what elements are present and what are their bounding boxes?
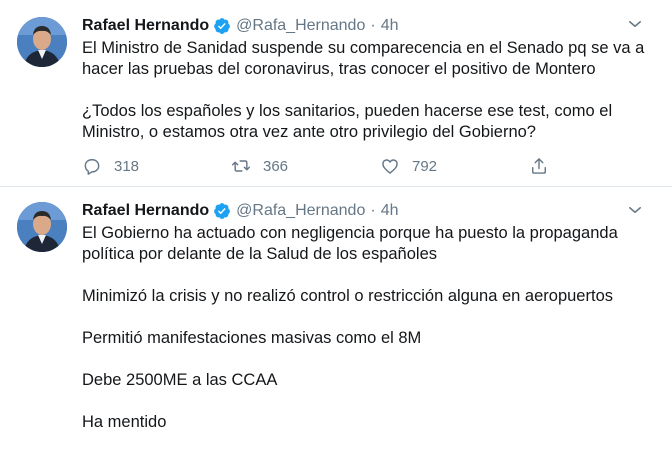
share-icon [532,158,546,174]
author-name[interactable]: Rafael Hernando [82,17,209,35]
tweet-text: El Gobierno ha actuado con negligencia p… [82,223,652,454]
separator-dot: · [370,17,376,34]
like-count: 792 [412,157,438,175]
tweet-paragraph: Minimizó la crisis y no realizó control … [82,287,613,305]
avatar[interactable] [17,17,67,67]
verified-badge-icon [214,203,231,219]
separator-dot: · [370,202,376,219]
author-handle[interactable]: @Rafa_Hernando [236,17,365,35]
share-button[interactable] [529,156,549,176]
tweet-text: El Ministro de Sanidad suspende su compa… [82,38,652,164]
chevron-down-icon[interactable] [626,15,644,33]
tweet[interactable]: Rafael Hernando @Rafa_Hernando · 4h El M… [0,0,672,186]
tweet-paragraph: Ha mentido [82,413,167,431]
timestamp[interactable]: 4h [381,17,399,35]
reply-icon [84,159,100,175]
author-name[interactable]: Rafael Hernando [82,202,209,220]
like-icon [382,159,398,174]
tweet-paragraph: ¿Todos los españoles y los sanitarios, p… [82,102,613,141]
tweet-paragraph: El Gobierno ha actuado con negligencia p… [82,224,618,263]
retweet-count: 366 [263,157,289,175]
like-button[interactable]: 792 [380,156,529,176]
avatar[interactable] [17,202,67,252]
tweet-header: Rafael Hernando @Rafa_Hernando · 4h [82,201,398,221]
tweet-paragraph: El Ministro de Sanidad suspende su compa… [82,39,645,78]
retweet-button[interactable]: 366 [231,156,380,176]
tweet-paragraph: Permitió manifestaciones masivas como el… [82,329,422,347]
retweet-icon [231,160,251,172]
reply-button[interactable]: 318 [82,156,231,176]
timestamp[interactable]: 4h [381,202,399,220]
reply-count: 318 [114,157,140,175]
verified-badge-icon [214,18,231,34]
tweet-header: Rafael Hernando @Rafa_Hernando · 4h [82,16,398,36]
tweet-actions: 318 366 792 [82,154,549,178]
tweet-paragraph: Debe 2500ME a las CCAA [82,371,278,389]
tweet[interactable]: Rafael Hernando @Rafa_Hernando · 4h El G… [0,187,672,438]
author-handle[interactable]: @Rafa_Hernando [236,202,365,220]
chevron-down-icon[interactable] [626,201,644,219]
